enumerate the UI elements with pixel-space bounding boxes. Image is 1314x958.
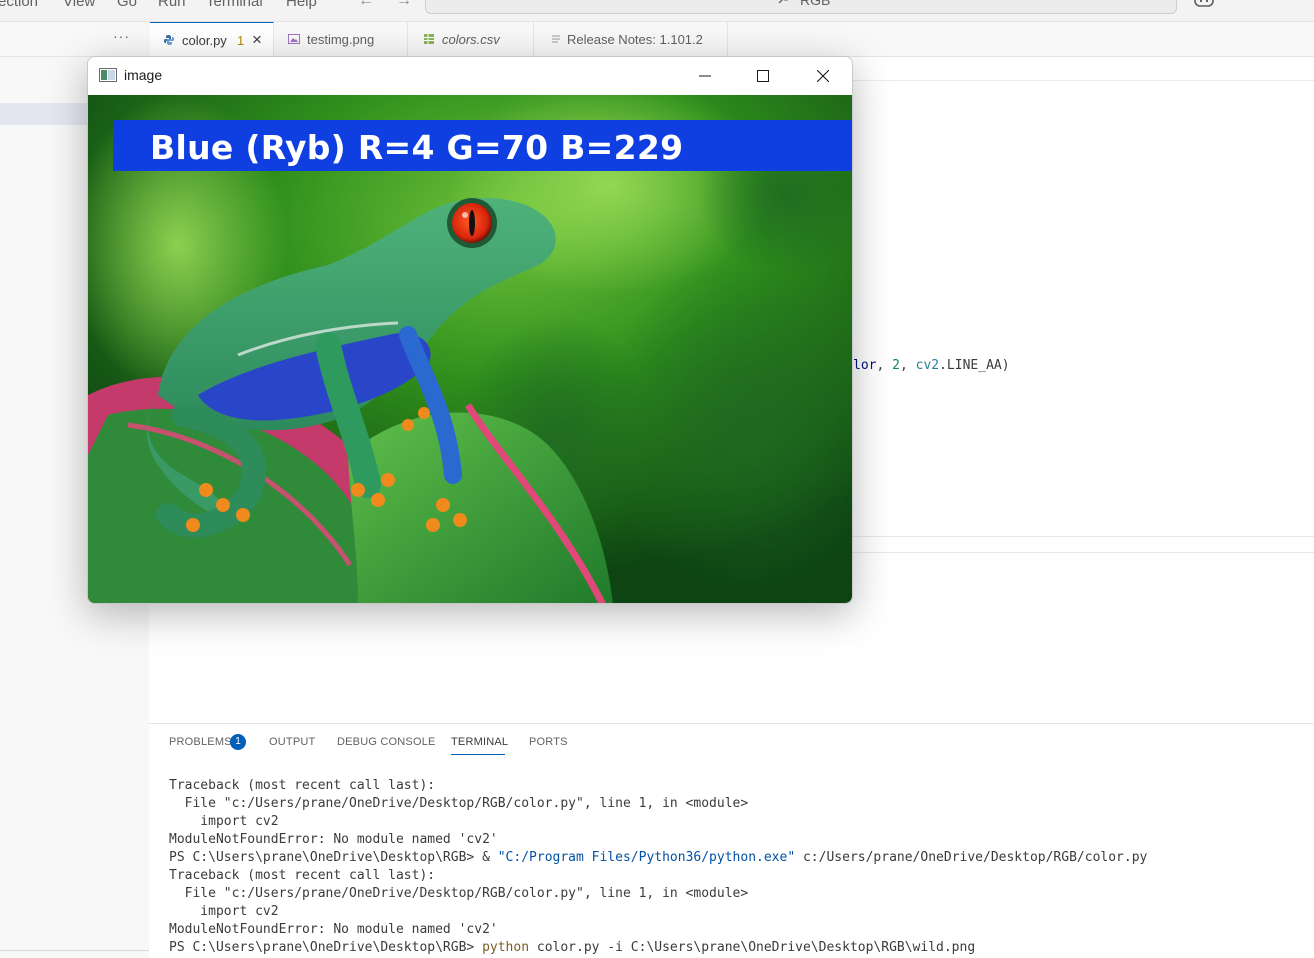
- terminal-line: Traceback (most recent call last):: [169, 778, 436, 793]
- frog-photo[interactable]: [88, 95, 853, 604]
- editor-divider: [853, 552, 1314, 553]
- tab-label: color.py: [182, 33, 227, 48]
- chevron-down-icon[interactable]: ▾: [1219, 0, 1224, 1]
- tab-label: Release Notes: 1.101.2: [567, 32, 703, 47]
- terminal-line: File "c:/Users/prane/OneDrive/Desktop/RG…: [169, 886, 749, 901]
- tab-ports[interactable]: PORTS: [529, 736, 568, 748]
- code-token: ,: [899, 358, 916, 373]
- tab-label: testimg.png: [307, 32, 375, 47]
- menu-help[interactable]: Help: [286, 0, 317, 10]
- more-actions-icon[interactable]: ···: [113, 28, 130, 44]
- image-window-titlebar[interactable]: image: [88, 57, 852, 95]
- menu-go[interactable]: Go: [117, 0, 137, 10]
- editor-divider: [853, 80, 1314, 81]
- tab-label: colors.csv: [442, 32, 500, 47]
- terminal-line: import cv2: [169, 904, 279, 919]
- terminal-line: File "c:/Users/prane/OneDrive/Desktop/RG…: [169, 796, 749, 811]
- app-icon: [99, 68, 117, 82]
- sidebar-divider: [0, 950, 149, 951]
- terminal-line: import cv2: [169, 814, 279, 829]
- problems-badge: 1: [230, 734, 246, 750]
- terminal-prompt: PS C:\Users\prane\OneDrive\Desktop\RGB>: [169, 940, 483, 955]
- menu-selection[interactable]: ection: [0, 0, 38, 10]
- terminal-args: c:/Users/prane/OneDrive/Desktop/RGB/colo…: [795, 850, 1148, 865]
- editor-tab-bar: ··· color.py 1 × testimg.png colors.csv: [0, 22, 1314, 57]
- terminal-string: "C:/Program Files/Python36/python.exe": [497, 850, 796, 865]
- bottom-panel: PROBLEMS 1 OUTPUT DEBUG CONSOLE TERMINAL…: [149, 723, 1314, 958]
- terminal-line: Traceback (most recent call last):: [169, 868, 436, 883]
- code-line[interactable]: lor, 2, cv2.LINE_AA): [853, 358, 1010, 373]
- maximize-button[interactable]: [740, 57, 786, 95]
- menu-bar: ection View Go Run Terminal Help ← → RGB…: [0, 0, 1314, 22]
- tab-problems[interactable]: PROBLEMS: [169, 736, 232, 748]
- code-token: 2: [892, 358, 900, 373]
- tab-terminal[interactable]: TERMINAL: [451, 736, 508, 748]
- sidebar-selected-item[interactable]: [0, 103, 88, 125]
- menu-run[interactable]: Run: [158, 0, 186, 10]
- code-token: ,: [876, 358, 893, 373]
- color-readout: Blue (Ryb) R=4 G=70 B=229: [150, 128, 684, 167]
- forward-arrow-icon[interactable]: →: [396, 0, 412, 10]
- terminal-line: PS C:\Users\prane\OneDrive\Desktop\RGB> …: [169, 849, 1309, 867]
- code-token: .LINE_AA): [939, 358, 1010, 373]
- menu-terminal[interactable]: Terminal: [206, 0, 263, 10]
- code-token: cv2: [915, 358, 940, 373]
- csv-file-icon: [424, 34, 434, 44]
- editor-divider: [853, 536, 1314, 537]
- notes-icon: [552, 35, 560, 43]
- image-window[interactable]: image Blue (Ryb) R=4 G=70 B=229: [87, 56, 853, 604]
- terminal-args: color.py -i C:\Users\prane\OneDrive\Desk…: [529, 940, 976, 955]
- tab-release-notes[interactable]: Release Notes: 1.101.2: [534, 22, 728, 57]
- terminal-prompt: PS C:\Users\prane\OneDrive\Desktop\RGB> …: [169, 850, 498, 865]
- command-center-text: RGB: [800, 0, 831, 8]
- active-tab-indicator: [451, 754, 505, 755]
- close-icon[interactable]: ×: [252, 30, 262, 50]
- copilot-icon[interactable]: [1193, 0, 1215, 7]
- terminal-output[interactable]: Traceback (most recent call last): File …: [169, 777, 1309, 957]
- tab-debug-console[interactable]: DEBUG CONSOLE: [337, 736, 436, 748]
- search-icon: [778, 0, 789, 4]
- code-token: lor: [853, 358, 877, 373]
- tab-color-py[interactable]: color.py 1 ×: [150, 22, 274, 57]
- back-arrow-icon[interactable]: ←: [358, 0, 374, 10]
- terminal-command: python: [482, 940, 530, 955]
- python-file-icon: [164, 35, 174, 45]
- tab-problem-count: 1: [237, 33, 245, 48]
- image-file-icon: [288, 34, 300, 44]
- terminal-line: ModuleNotFoundError: No module named 'cv…: [169, 922, 498, 937]
- close-button[interactable]: [800, 57, 846, 95]
- minimize-icon: [699, 75, 711, 77]
- terminal-line: ModuleNotFoundError: No module named 'cv…: [169, 832, 498, 847]
- close-icon: [817, 70, 829, 82]
- terminal-line: PS C:\Users\prane\OneDrive\Desktop\RGB> …: [169, 939, 1309, 957]
- tab-testimg-png[interactable]: testimg.png: [274, 22, 408, 57]
- minimize-button[interactable]: [682, 57, 728, 95]
- maximize-icon: [757, 70, 769, 82]
- tab-output[interactable]: OUTPUT: [269, 736, 315, 748]
- menu-view[interactable]: View: [63, 0, 95, 10]
- tab-colors-csv[interactable]: colors.csv: [408, 22, 534, 57]
- image-window-title: image: [124, 67, 163, 83]
